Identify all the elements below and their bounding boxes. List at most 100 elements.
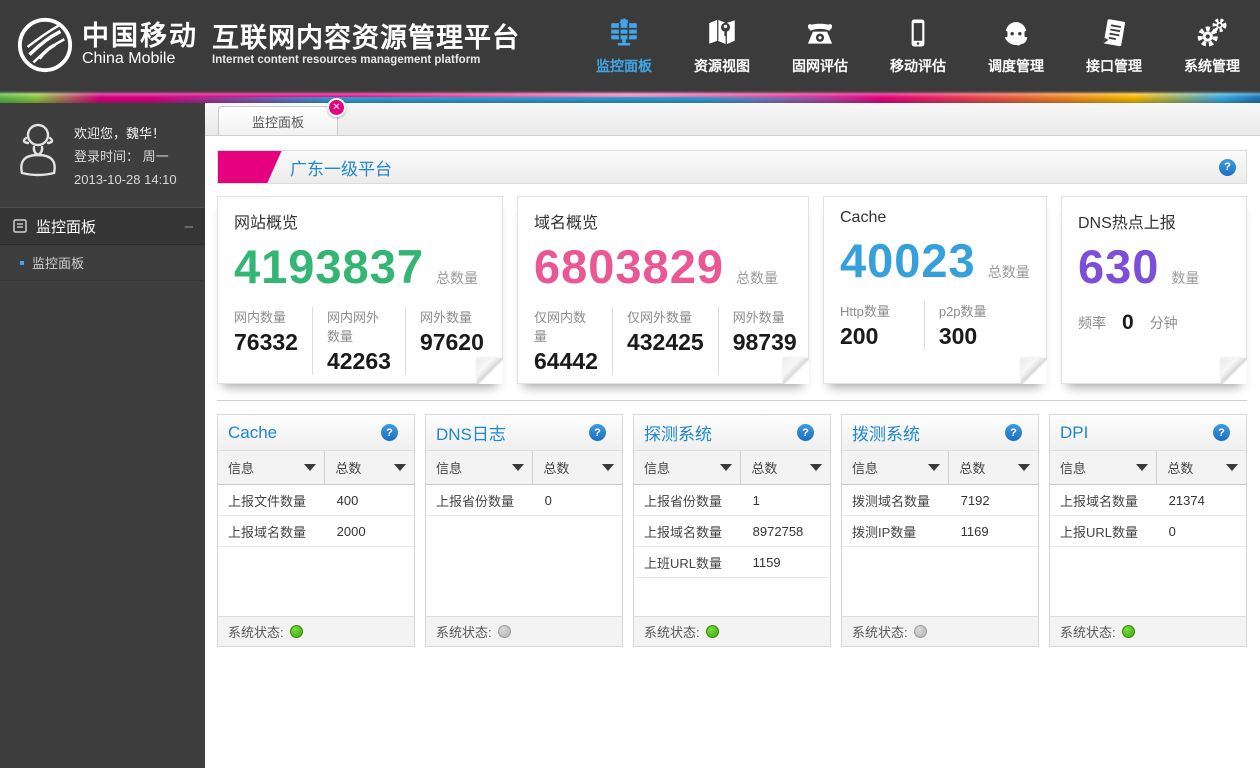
big-number-label: 数量 <box>1171 268 1199 288</box>
chevron-down-icon <box>602 464 614 471</box>
nav-item-resource-view[interactable]: 资源视图 <box>690 15 754 76</box>
card-stat: 网外数量 97620 <box>405 307 498 375</box>
brand-text: 中国移动 China Mobile <box>82 22 198 67</box>
column-header-total[interactable]: 总数 <box>533 451 622 484</box>
stat-label: 网外数量 <box>420 307 484 326</box>
sidebar-item-monitor-panel[interactable]: 监控面板 <box>0 245 205 281</box>
column-header-info[interactable]: 信息 <box>426 451 533 484</box>
column-header-total[interactable]: 总数 <box>325 451 414 484</box>
nav-label: 调度管理 <box>988 56 1044 76</box>
nav-label: 接口管理 <box>1086 56 1142 76</box>
table-row: 上报省份数量 1 <box>634 485 830 516</box>
gears-icon <box>1194 15 1230 51</box>
status-dot-icon <box>498 625 511 638</box>
nav-item-monitor-panel[interactable]: 监控面板 <box>592 15 656 76</box>
table-row: 拨测IP数量 1169 <box>842 516 1038 547</box>
nav-item-dispatch-mgmt[interactable]: 调度管理 <box>984 15 1048 76</box>
nav-item-interface-mgmt[interactable]: 接口管理 <box>1082 15 1146 76</box>
status-label: 系统状态: <box>644 622 700 641</box>
column-label: 信息 <box>228 458 304 477</box>
stat-value: 200 <box>840 323 890 350</box>
nav-label: 固网评估 <box>792 56 848 76</box>
big-number: 6803829 <box>534 241 724 293</box>
status-label: 系统状态: <box>852 622 908 641</box>
nav-item-system-mgmt[interactable]: 系统管理 <box>1180 15 1244 76</box>
stat-value: 300 <box>939 323 987 350</box>
card-stat: 网内数量 76332 <box>234 307 312 375</box>
column-label: 总数 <box>335 458 394 477</box>
row-label: 上报省份数量 <box>426 491 533 510</box>
card-dns-hotspot: DNS热点上报 630 数量 频率 0 分钟 <box>1061 196 1247 384</box>
big-number: 40023 <box>840 235 976 287</box>
row-value: 7192 <box>949 493 1038 508</box>
column-label: 总数 <box>543 458 602 477</box>
column-header-info[interactable]: 信息 <box>218 451 325 484</box>
stat-label: Http数量 <box>840 301 890 320</box>
help-icon[interactable]: ? <box>797 424 814 441</box>
column-header-total[interactable]: 总数 <box>1157 451 1246 484</box>
tab-bar: 监控面板 ✕ <box>205 103 1260 136</box>
row-label: 上报域名数量 <box>634 522 741 541</box>
login-time-line: 登录时间： 周一 <box>74 146 177 169</box>
card-domain-overview: 域名概览 6803829 总数量 仅网内数量 64442 仅网外数量 <box>517 196 809 384</box>
menu-list-icon <box>12 218 28 234</box>
panel-footer: 系统状态: <box>1050 616 1246 646</box>
table-row: 上班URL数量 1159 <box>634 547 830 578</box>
column-label: 信息 <box>1060 458 1136 477</box>
big-number-label: 总数量 <box>988 262 1030 282</box>
row-label: 拨测域名数量 <box>842 491 949 510</box>
column-header-info[interactable]: 信息 <box>1050 451 1157 484</box>
status-dot-icon <box>1122 625 1135 638</box>
sidebar-menu-monitor-panel[interactable]: 监控面板 – <box>0 207 205 245</box>
user-info-box: 欢迎您，魏华！ 登录时间： 周一 2013-10-28 14:10 <box>0 103 205 207</box>
status-label: 系统状态: <box>436 622 492 641</box>
row-label: 上报域名数量 <box>218 522 325 541</box>
panel-footer: 系统状态: <box>634 616 830 646</box>
panel-dpi: DPI ? 信息 总数 <box>1049 414 1247 647</box>
column-header-info[interactable]: 信息 <box>842 451 949 484</box>
card-stat: 仅网外数量 432425 <box>612 307 718 375</box>
top-nav: 监控面板 资源视图 <box>592 15 1244 76</box>
big-number-label: 总数量 <box>436 268 478 288</box>
stat-value: 432425 <box>627 329 704 356</box>
chevron-down-icon <box>1226 464 1238 471</box>
card-title: 域名概览 <box>534 209 792 233</box>
headset-icon <box>998 15 1034 51</box>
column-header-info[interactable]: 信息 <box>634 451 741 484</box>
phone-icon <box>802 15 838 51</box>
platform-title-block: 互联网内容资源管理平台 Internet content resources m… <box>212 24 520 66</box>
nav-item-mobile-eval[interactable]: 移动评估 <box>886 15 950 76</box>
panel-title: 拨测系统 <box>852 420 1005 445</box>
table-row: 上报URL数量 0 <box>1050 516 1246 547</box>
card-website-overview: 网站概览 4193837 总数量 网内数量 76332 网内网外数量 <box>217 196 503 384</box>
row-value: 0 <box>533 493 622 508</box>
tab-close-icon[interactable]: ✕ <box>327 98 346 117</box>
chevron-down-icon <box>1136 464 1148 471</box>
help-icon[interactable]: ? <box>589 424 606 441</box>
help-icon[interactable]: ? <box>1219 159 1236 176</box>
help-icon[interactable]: ? <box>381 424 398 441</box>
tab-monitor-panel[interactable]: 监控面板 ✕ <box>218 106 338 135</box>
stat-value: 97620 <box>420 329 484 356</box>
chevron-down-icon <box>512 464 524 471</box>
table-row: 上报省份数量 0 <box>426 485 622 516</box>
chevron-down-icon <box>394 464 406 471</box>
help-icon[interactable]: ? <box>1005 424 1022 441</box>
nav-label: 系统管理 <box>1184 56 1240 76</box>
section-header: 广东一级平台 ? <box>217 150 1247 184</box>
column-label: 总数 <box>959 458 1018 477</box>
row-value: 21374 <box>1157 493 1246 508</box>
nav-item-fixed-network-eval[interactable]: 固网评估 <box>788 15 852 76</box>
main-area: 监控面板 ✕ 广东一级平台 ? 网站概览 4193837 <box>205 103 1260 768</box>
stat-label: 网外数量 <box>733 307 797 326</box>
collapse-minus-icon[interactable]: – <box>185 218 193 235</box>
nav-label: 资源视图 <box>694 56 750 76</box>
card-title: 网站概览 <box>234 209 486 233</box>
help-icon[interactable]: ? <box>1213 424 1230 441</box>
column-header-total[interactable]: 总数 <box>741 451 830 484</box>
stat-value: 42263 <box>327 348 391 375</box>
status-dot-icon <box>914 625 927 638</box>
row-value: 0 <box>1157 524 1246 539</box>
column-header-total[interactable]: 总数 <box>949 451 1038 484</box>
row-value: 1 <box>741 493 830 508</box>
